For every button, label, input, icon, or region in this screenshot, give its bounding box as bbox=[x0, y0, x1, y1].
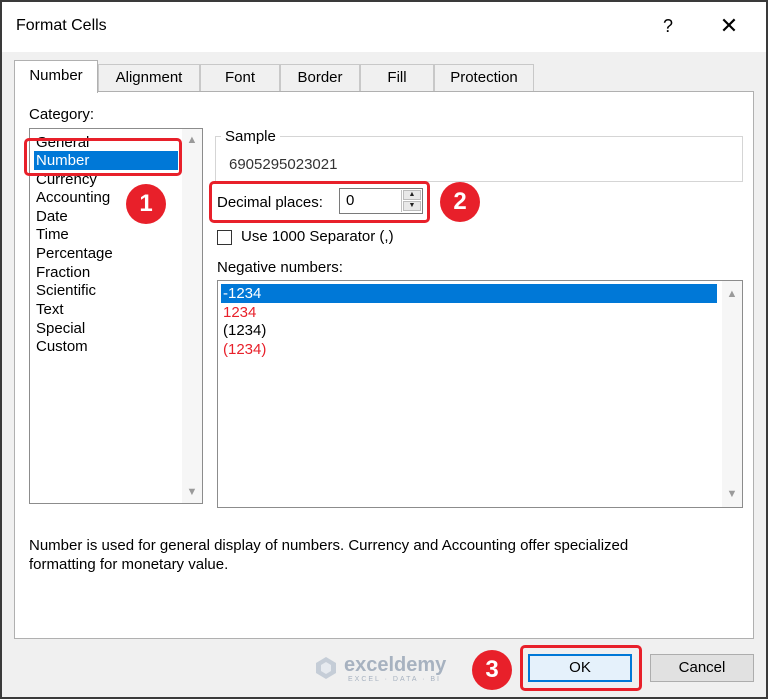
category-label: Category: bbox=[29, 106, 95, 123]
category-item-time[interactable]: Time bbox=[34, 225, 178, 244]
tab-number[interactable]: Number bbox=[14, 60, 98, 93]
negative-item-red[interactable]: 1234 bbox=[221, 303, 717, 322]
annotation-box-number bbox=[24, 138, 182, 176]
annotation-badge-2: 2 bbox=[440, 182, 480, 222]
tab-protection[interactable]: Protection bbox=[434, 64, 534, 92]
annotation-badge-3: 3 bbox=[472, 650, 512, 690]
cancel-button[interactable]: Cancel bbox=[650, 654, 754, 682]
dialog-title: Format Cells bbox=[16, 17, 107, 34]
category-item-custom[interactable]: Custom bbox=[34, 337, 178, 356]
watermark-name: exceldemy bbox=[344, 654, 447, 676]
chevron-up-icon[interactable]: ▲ bbox=[185, 133, 199, 147]
tab-border[interactable]: Border bbox=[280, 64, 360, 92]
thousands-separator-checkbox[interactable] bbox=[217, 230, 232, 245]
category-item-percentage[interactable]: Percentage bbox=[34, 244, 178, 263]
exceldemy-logo-icon bbox=[316, 657, 336, 679]
category-item-text[interactable]: Text bbox=[34, 300, 178, 319]
title-bar: Format Cells ? ✕ bbox=[2, 2, 766, 52]
thousands-separator-label[interactable]: Use 1000 Separator (,) bbox=[241, 228, 394, 245]
chevron-down-icon[interactable]: ▼ bbox=[185, 485, 199, 499]
format-cells-dialog: Format Cells ? ✕ Number Alignment Font B… bbox=[0, 0, 768, 699]
category-listbox[interactable]: General Number Currency Accounting Date … bbox=[29, 128, 203, 504]
watermark-tagline: EXCEL · DATA · BI bbox=[348, 676, 441, 683]
annotation-box-ok bbox=[520, 645, 642, 691]
annotation-badge-1: 1 bbox=[126, 184, 166, 224]
sample-label: Sample bbox=[221, 128, 280, 145]
dialog-footer: exceldemy EXCEL · DATA · BI OK Cancel bbox=[2, 639, 766, 697]
category-item-special[interactable]: Special bbox=[34, 319, 178, 338]
chevron-up-icon[interactable]: ▲ bbox=[725, 287, 739, 301]
sample-value: 6905295023021 bbox=[229, 156, 338, 173]
chevron-down-icon[interactable]: ▼ bbox=[725, 487, 739, 501]
description-line-2: formatting for monetary value. bbox=[29, 556, 229, 573]
tab-font[interactable]: Font bbox=[200, 64, 280, 92]
category-description: Number is used for general display of nu… bbox=[29, 536, 739, 574]
annotation-box-decimal bbox=[209, 181, 430, 223]
description-line-1: Number is used for general display of nu… bbox=[29, 537, 629, 554]
category-item-fraction[interactable]: Fraction bbox=[34, 263, 178, 282]
tab-fill[interactable]: Fill bbox=[360, 64, 434, 92]
category-scrollbar[interactable]: ▲ ▼ bbox=[182, 129, 202, 503]
negative-numbers-listbox[interactable]: -1234 1234 (1234) (1234) ▲ ▼ bbox=[217, 280, 743, 508]
negative-item-red-parens[interactable]: (1234) bbox=[221, 340, 717, 359]
tab-alignment[interactable]: Alignment bbox=[98, 64, 200, 92]
category-item-scientific[interactable]: Scientific bbox=[34, 281, 178, 300]
negative-item-minus[interactable]: -1234 bbox=[221, 284, 717, 303]
negative-item-parens[interactable]: (1234) bbox=[221, 321, 717, 340]
negative-scrollbar[interactable]: ▲ ▼ bbox=[722, 281, 742, 507]
negative-numbers-label: Negative numbers: bbox=[217, 259, 343, 276]
help-button[interactable]: ? bbox=[654, 12, 682, 40]
close-button[interactable]: ✕ bbox=[714, 12, 744, 40]
